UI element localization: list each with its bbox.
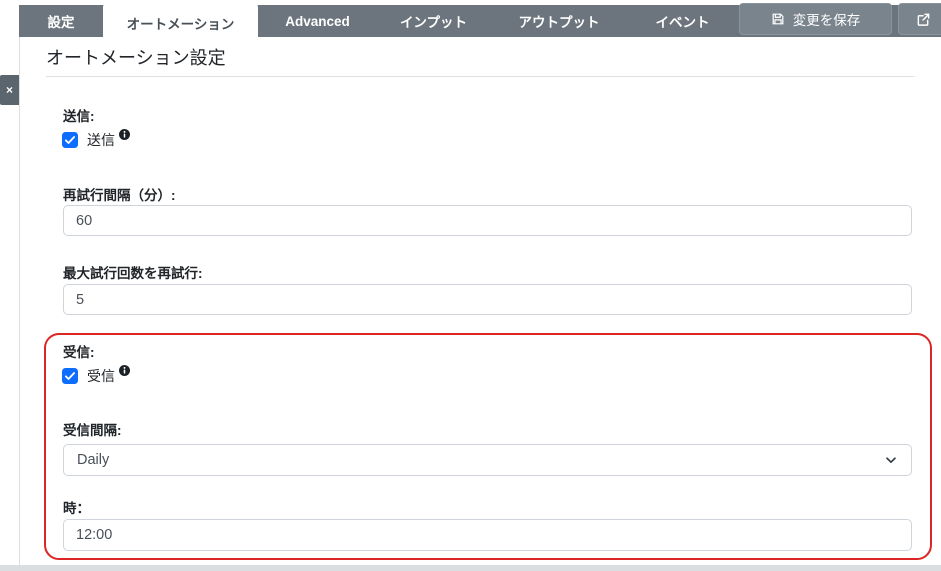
chevron-down-icon — [884, 453, 898, 467]
box-arrow-up-right-icon — [916, 12, 931, 27]
close-panel-tab[interactable]: × — [0, 75, 19, 105]
retry-interval-input[interactable] — [63, 205, 912, 236]
send-section-label: 送信: — [63, 109, 95, 124]
tab-automation[interactable]: オートメーション — [103, 2, 258, 44]
bottom-bar — [0, 565, 941, 571]
receive-section-label: 受信: — [63, 345, 95, 360]
heading-divider — [46, 76, 915, 77]
save-changes-label: 変更を保存 — [792, 13, 861, 28]
info-icon[interactable] — [119, 364, 130, 376]
receive-interval-value: Daily — [77, 452, 110, 468]
info-icon[interactable] — [119, 128, 130, 140]
check-icon — [64, 370, 76, 382]
retry-interval-label: 再試行間隔（分）: — [63, 188, 176, 203]
receive-time-input[interactable] — [63, 519, 912, 551]
receive-time-label: 時： — [63, 501, 90, 516]
receive-checkbox[interactable] — [62, 368, 78, 384]
check-icon — [64, 134, 76, 146]
tab-input[interactable]: インプット — [377, 5, 490, 37]
tab-output[interactable]: アウトプット — [490, 5, 628, 37]
panel-left-border — [19, 37, 20, 565]
receive-checkbox-label: 受信 — [87, 368, 115, 384]
open-external-button[interactable] — [898, 3, 941, 35]
send-checkbox-label: 送信 — [87, 132, 115, 148]
max-retries-label: 最大試行回数を再試行: — [63, 266, 203, 281]
max-retries-input[interactable] — [63, 284, 912, 315]
send-checkbox[interactable] — [62, 132, 78, 148]
page-title: オートメーション設定 — [46, 48, 226, 68]
send-checkbox-row: 送信 — [62, 128, 130, 150]
tab-settings[interactable]: 設定 — [19, 5, 103, 37]
automation-settings-page: 設定 オートメーション Advanced インプット アウトプット イベント 変… — [0, 0, 941, 571]
tab-events[interactable]: イベント — [628, 5, 737, 37]
receive-interval-select[interactable]: Daily — [63, 444, 912, 476]
save-icon — [771, 12, 785, 26]
save-changes-button[interactable]: 変更を保存 — [739, 3, 892, 35]
receive-interval-label: 受信間隔: — [63, 423, 122, 438]
tab-advanced[interactable]: Advanced — [258, 5, 377, 37]
receive-checkbox-row: 受信 — [62, 364, 130, 386]
close-icon: × — [5, 83, 13, 97]
